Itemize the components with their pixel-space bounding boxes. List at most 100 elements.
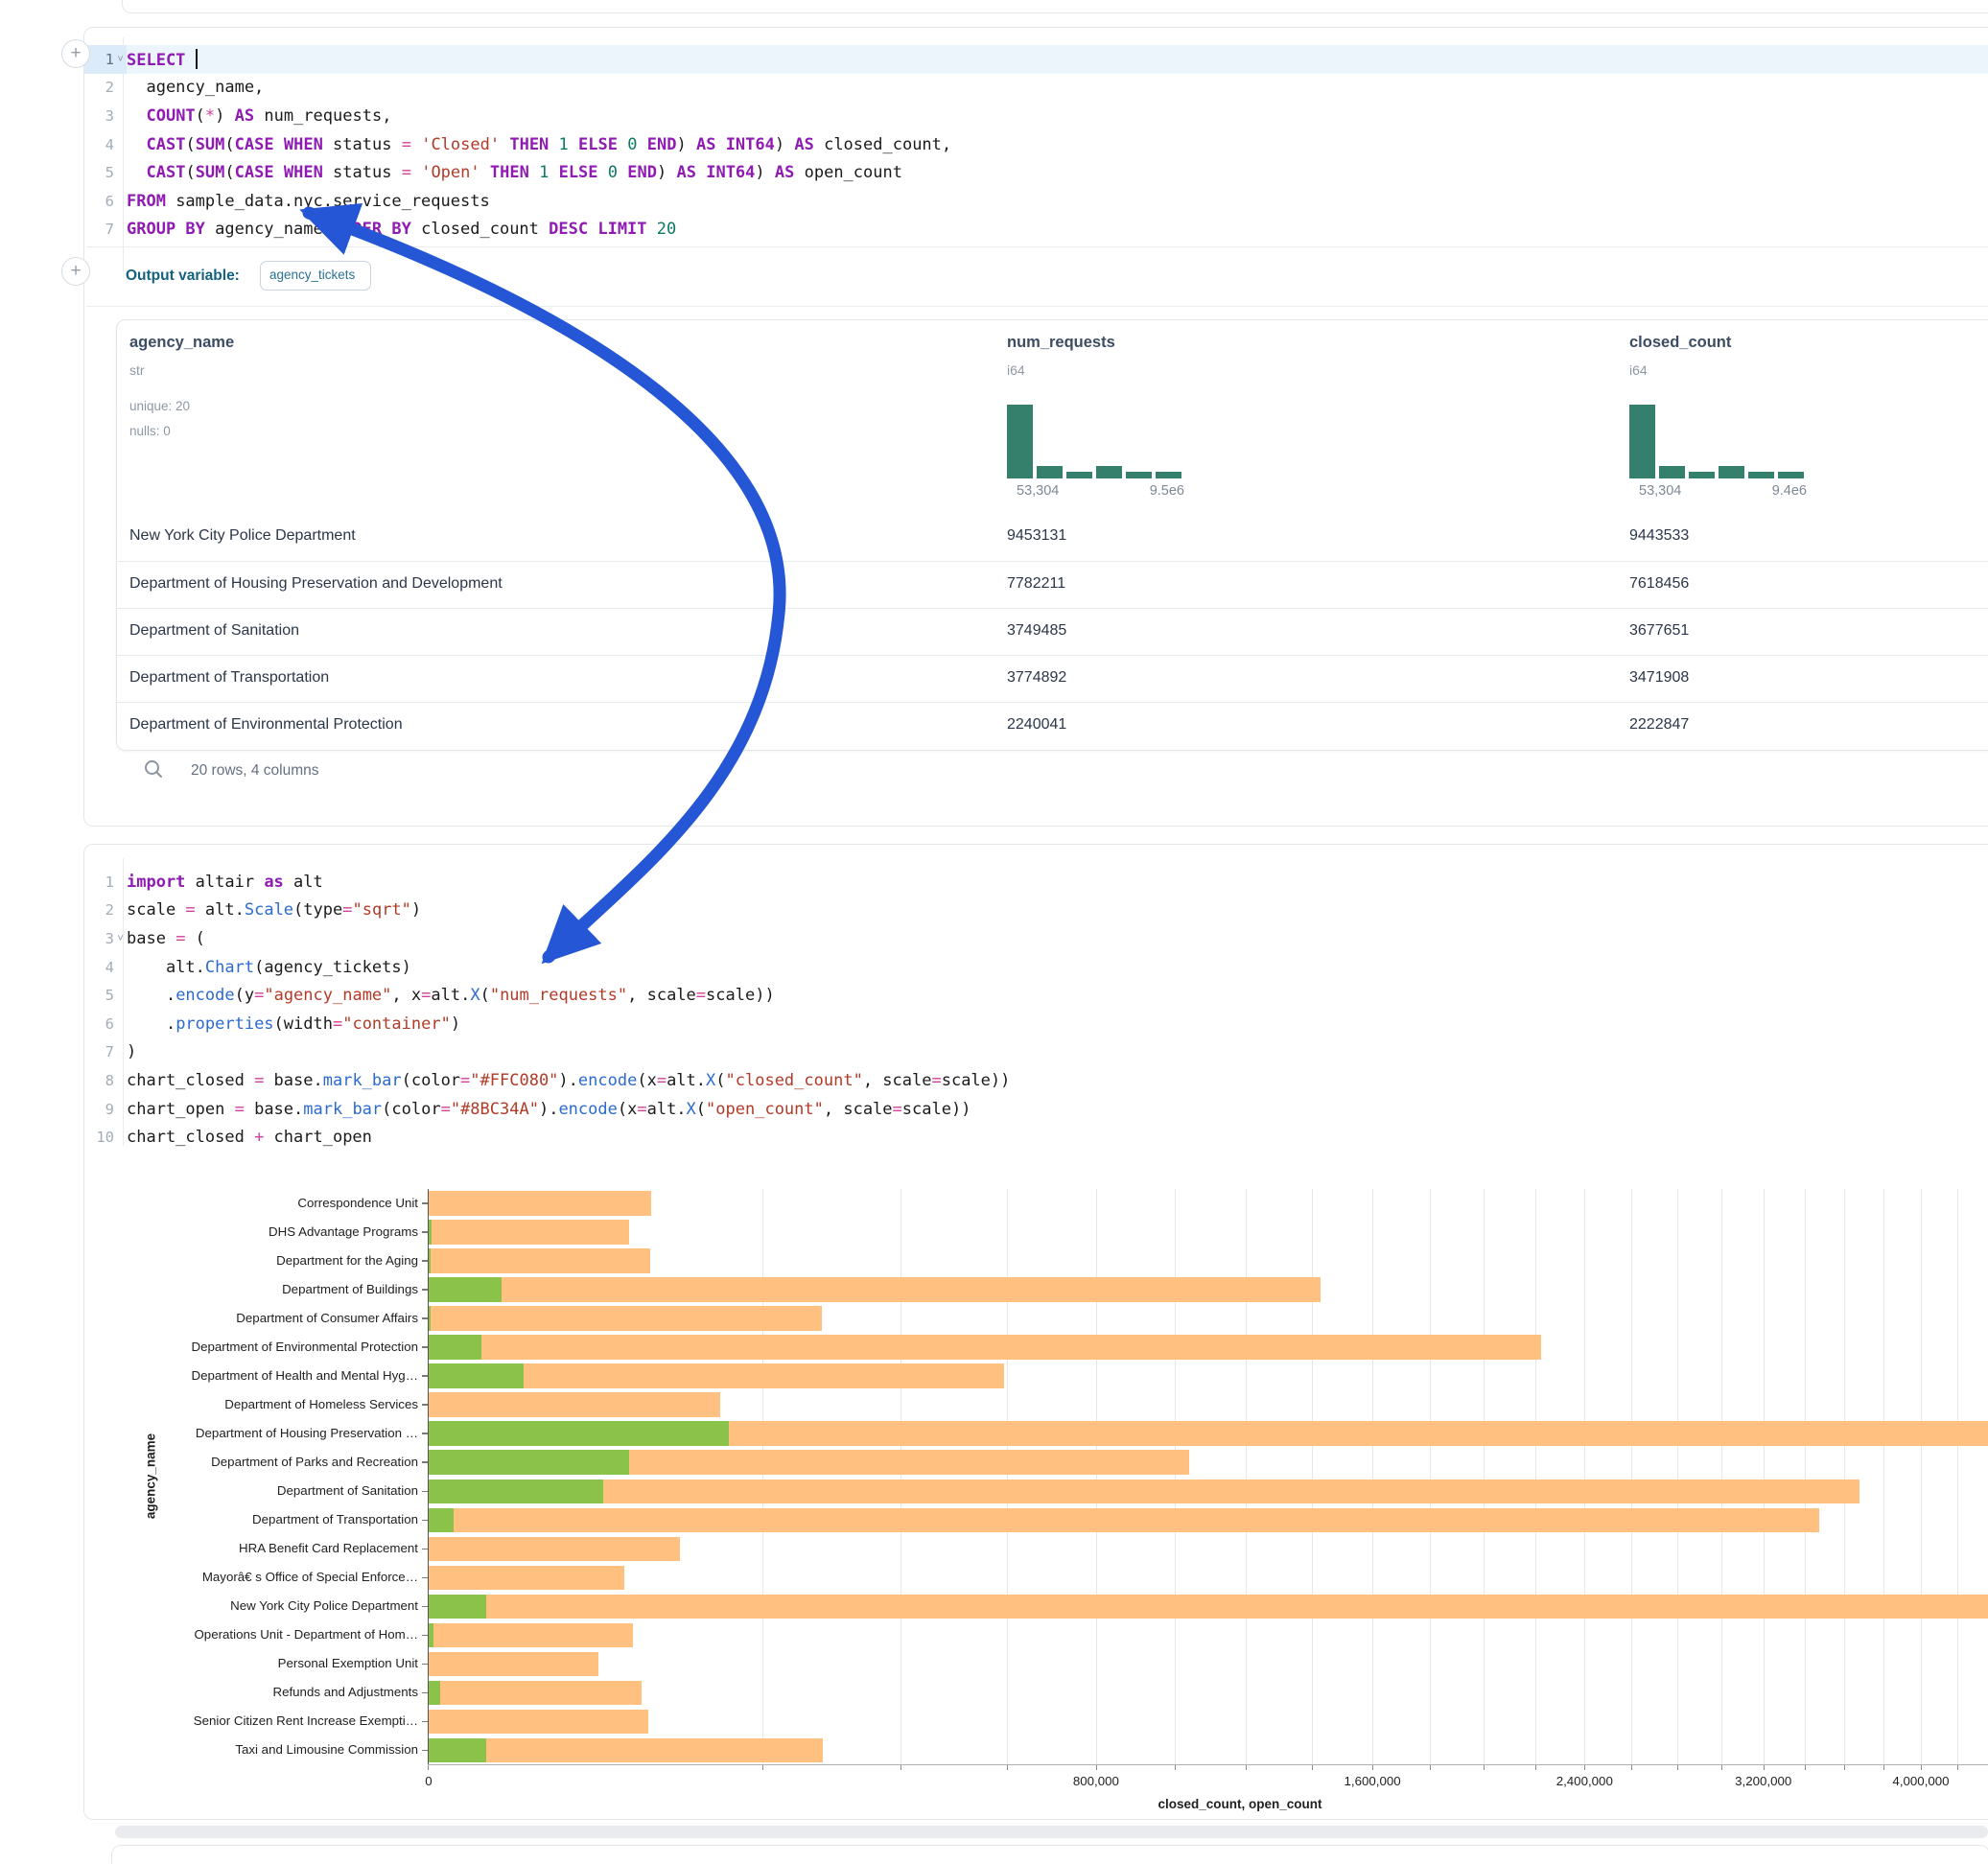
code-line[interactable]: 1import altair as alt [84, 868, 1988, 897]
search-icon[interactable] [143, 758, 164, 780]
code-text: agency_name, [127, 78, 264, 97]
agency-name-cell: New York City Police Department [129, 527, 356, 545]
col-name[interactable]: num_requests [1007, 334, 1115, 352]
col-name[interactable]: agency_name [129, 334, 234, 352]
code-line[interactable]: 4 CAST(SUM(CASE WHEN status = 'Closed' T… [84, 130, 1988, 159]
col-name[interactable]: closed_count [1629, 334, 1731, 352]
num-requests-cell: 3774892 [1007, 669, 1066, 687]
output-variable-chip[interactable]: agency_tickets [260, 261, 371, 291]
code-text: COUNT(*) AS num_requests, [127, 106, 391, 126]
agency-name-cell: Department of Transportation [129, 669, 329, 687]
code-line[interactable]: 5 CAST(SUM(CASE WHEN status = 'Open' THE… [84, 158, 1988, 187]
code-text: GROUP BY agency_name ORDER BY closed_cou… [127, 220, 676, 239]
histogram-bar [1629, 405, 1655, 478]
next-cell-edge [111, 1845, 1988, 1864]
column-histogram [1629, 405, 1807, 478]
code-text: CAST(SUM(CASE WHEN status = 'Open' THEN … [127, 163, 902, 182]
code-text: .encode(y="agency_name", x=alt.X("num_re… [127, 986, 775, 1005]
sql-code-editor[interactable]: 1˅SELECT 2 agency_name,3 COUNT(*) AS num… [84, 45, 1988, 244]
col-stat: nulls: 0 [129, 424, 171, 438]
line-number: 4 [84, 959, 114, 976]
agency-name-cell: Department of Housing Preservation and D… [129, 575, 503, 593]
col-type: i64 [1629, 362, 1648, 378]
fold-chevron-icon[interactable]: ˅ [114, 932, 127, 945]
closed-count-cell: 9443533 [1629, 527, 1689, 545]
python-code-editor[interactable]: 1import altair as alt 2 scale = alt.Scale(… [84, 868, 1988, 1152]
text-caret [196, 49, 198, 69]
previous-cell-edge [122, 0, 1988, 13]
agency-name-cell: Department of Sanitation [129, 622, 299, 640]
code-line[interactable]: 3 COUNT(*) AS num_requests, [84, 102, 1988, 130]
code-line[interactable]: 7 GROUP BY agency_name ORDER BY closed_co… [84, 216, 1988, 245]
code-line[interactable]: 9chart_open = base.mark_bar(color="#8BC3… [84, 1095, 1988, 1124]
code-text: chart_closed + chart_open [127, 1128, 372, 1147]
num-requests-cell: 2240041 [1007, 716, 1066, 734]
code-text: import altair as alt [127, 873, 323, 892]
code-text: alt.Chart(agency_tickets) [127, 958, 411, 977]
code-line[interactable]: 4 alt.Chart(agency_tickets) [84, 953, 1988, 982]
code-line[interactable]: 2 agency_name, [84, 74, 1988, 103]
closed-count-cell: 2222847 [1629, 716, 1689, 734]
line-number: 3 [84, 930, 114, 947]
num-requests-cell: 9453131 [1007, 527, 1066, 545]
code-line[interactable]: 7) [84, 1038, 1988, 1067]
table-row[interactable]: New York City Police Department 9453131 94… [117, 514, 1988, 561]
histogram-bar [1096, 466, 1122, 478]
output-variable-label: Output variable: [126, 268, 240, 285]
closed-count-cell: 3677651 [1629, 622, 1689, 640]
cell-gap-bar[interactable] [115, 1826, 1988, 1838]
add-cell-button-top[interactable]: + [61, 39, 90, 68]
add-cell-button-output[interactable]: + [61, 257, 90, 286]
line-number: 2 [84, 901, 114, 919]
num-requests-cell: 3749485 [1007, 622, 1066, 640]
line-number: 6 [84, 1015, 114, 1033]
histogram-bar [1748, 472, 1774, 478]
sql-divider-2 [86, 306, 1988, 307]
histogram-bar [1126, 472, 1152, 478]
histogram-bar [1719, 466, 1744, 478]
line-number: 6 [84, 193, 114, 210]
code-text: SELECT [127, 49, 198, 70]
table-row[interactable]: Department of Housing Preservation and D… [117, 561, 1988, 609]
code-line[interactable]: 1˅SELECT [84, 45, 1988, 74]
histogram-max-label: 9.4e6 [1735, 483, 1807, 499]
code-text: scale = alt.Scale(type="sqrt") [127, 900, 421, 920]
num-requests-cell: 7782211 [1007, 575, 1065, 593]
histogram-bar [1156, 472, 1181, 478]
code-line[interactable]: 8 chart_closed = base.mark_bar(color="#FF… [84, 1066, 1988, 1095]
table-row[interactable]: Department of Transportation 3774892 34719… [117, 655, 1988, 703]
table-row[interactable]: Department of Sanitation 3749485 3677651 [117, 608, 1988, 656]
code-text: CAST(SUM(CASE WHEN status = 'Closed' THE… [127, 135, 951, 154]
code-text: FROM sample_data.nyc.service_requests [127, 192, 490, 211]
col-type: i64 [1007, 362, 1025, 378]
code-text: ) [127, 1042, 136, 1061]
code-line[interactable]: 6 FROM sample_data.nyc.service_requests [84, 187, 1988, 216]
line-number: 10 [84, 1129, 114, 1146]
code-line[interactable]: 10 chart_closed + chart_open [84, 1123, 1988, 1152]
line-number: 9 [84, 1101, 114, 1118]
code-text: .properties(width="container") [127, 1014, 460, 1034]
histogram-bar [1037, 466, 1063, 478]
line-number: 5 [84, 164, 114, 181]
code-line[interactable]: 2 scale = alt.Scale(type="sqrt") [84, 897, 1988, 925]
line-number: 3 [84, 107, 114, 125]
histogram-min-label: 53,304 [1639, 483, 1681, 499]
fold-chevron-icon[interactable]: ˅ [114, 53, 127, 66]
code-text: base = ( [127, 929, 205, 948]
histogram-bar [1007, 405, 1033, 478]
table-row[interactable]: Department of Environmental Protection 22… [117, 702, 1988, 750]
line-number: 5 [84, 987, 114, 1004]
closed-count-cell: 3471908 [1629, 669, 1689, 687]
line-number: 8 [84, 1072, 114, 1089]
result-table: agency_namestrunique: 20nulls: 0num_requ… [116, 319, 1988, 751]
sql-divider-1 [86, 246, 1988, 247]
sql-cell: 1˅SELECT 2 agency_name,3 COUNT(*) AS num… [83, 27, 1988, 827]
agency-name-cell: Department of Environmental Protection [129, 716, 403, 734]
code-text: chart_closed = base.mark_bar(color="#FFC… [127, 1071, 1010, 1090]
line-number: 2 [84, 79, 114, 96]
code-line[interactable]: 3˅base = ( [84, 924, 1988, 953]
code-line[interactable]: 6 .properties(width="container") [84, 1010, 1988, 1038]
line-number: 7 [84, 221, 114, 238]
col-stat: unique: 20 [129, 399, 190, 413]
code-line[interactable]: 5 .encode(y="agency_name", x=alt.X("num_… [84, 981, 1988, 1010]
